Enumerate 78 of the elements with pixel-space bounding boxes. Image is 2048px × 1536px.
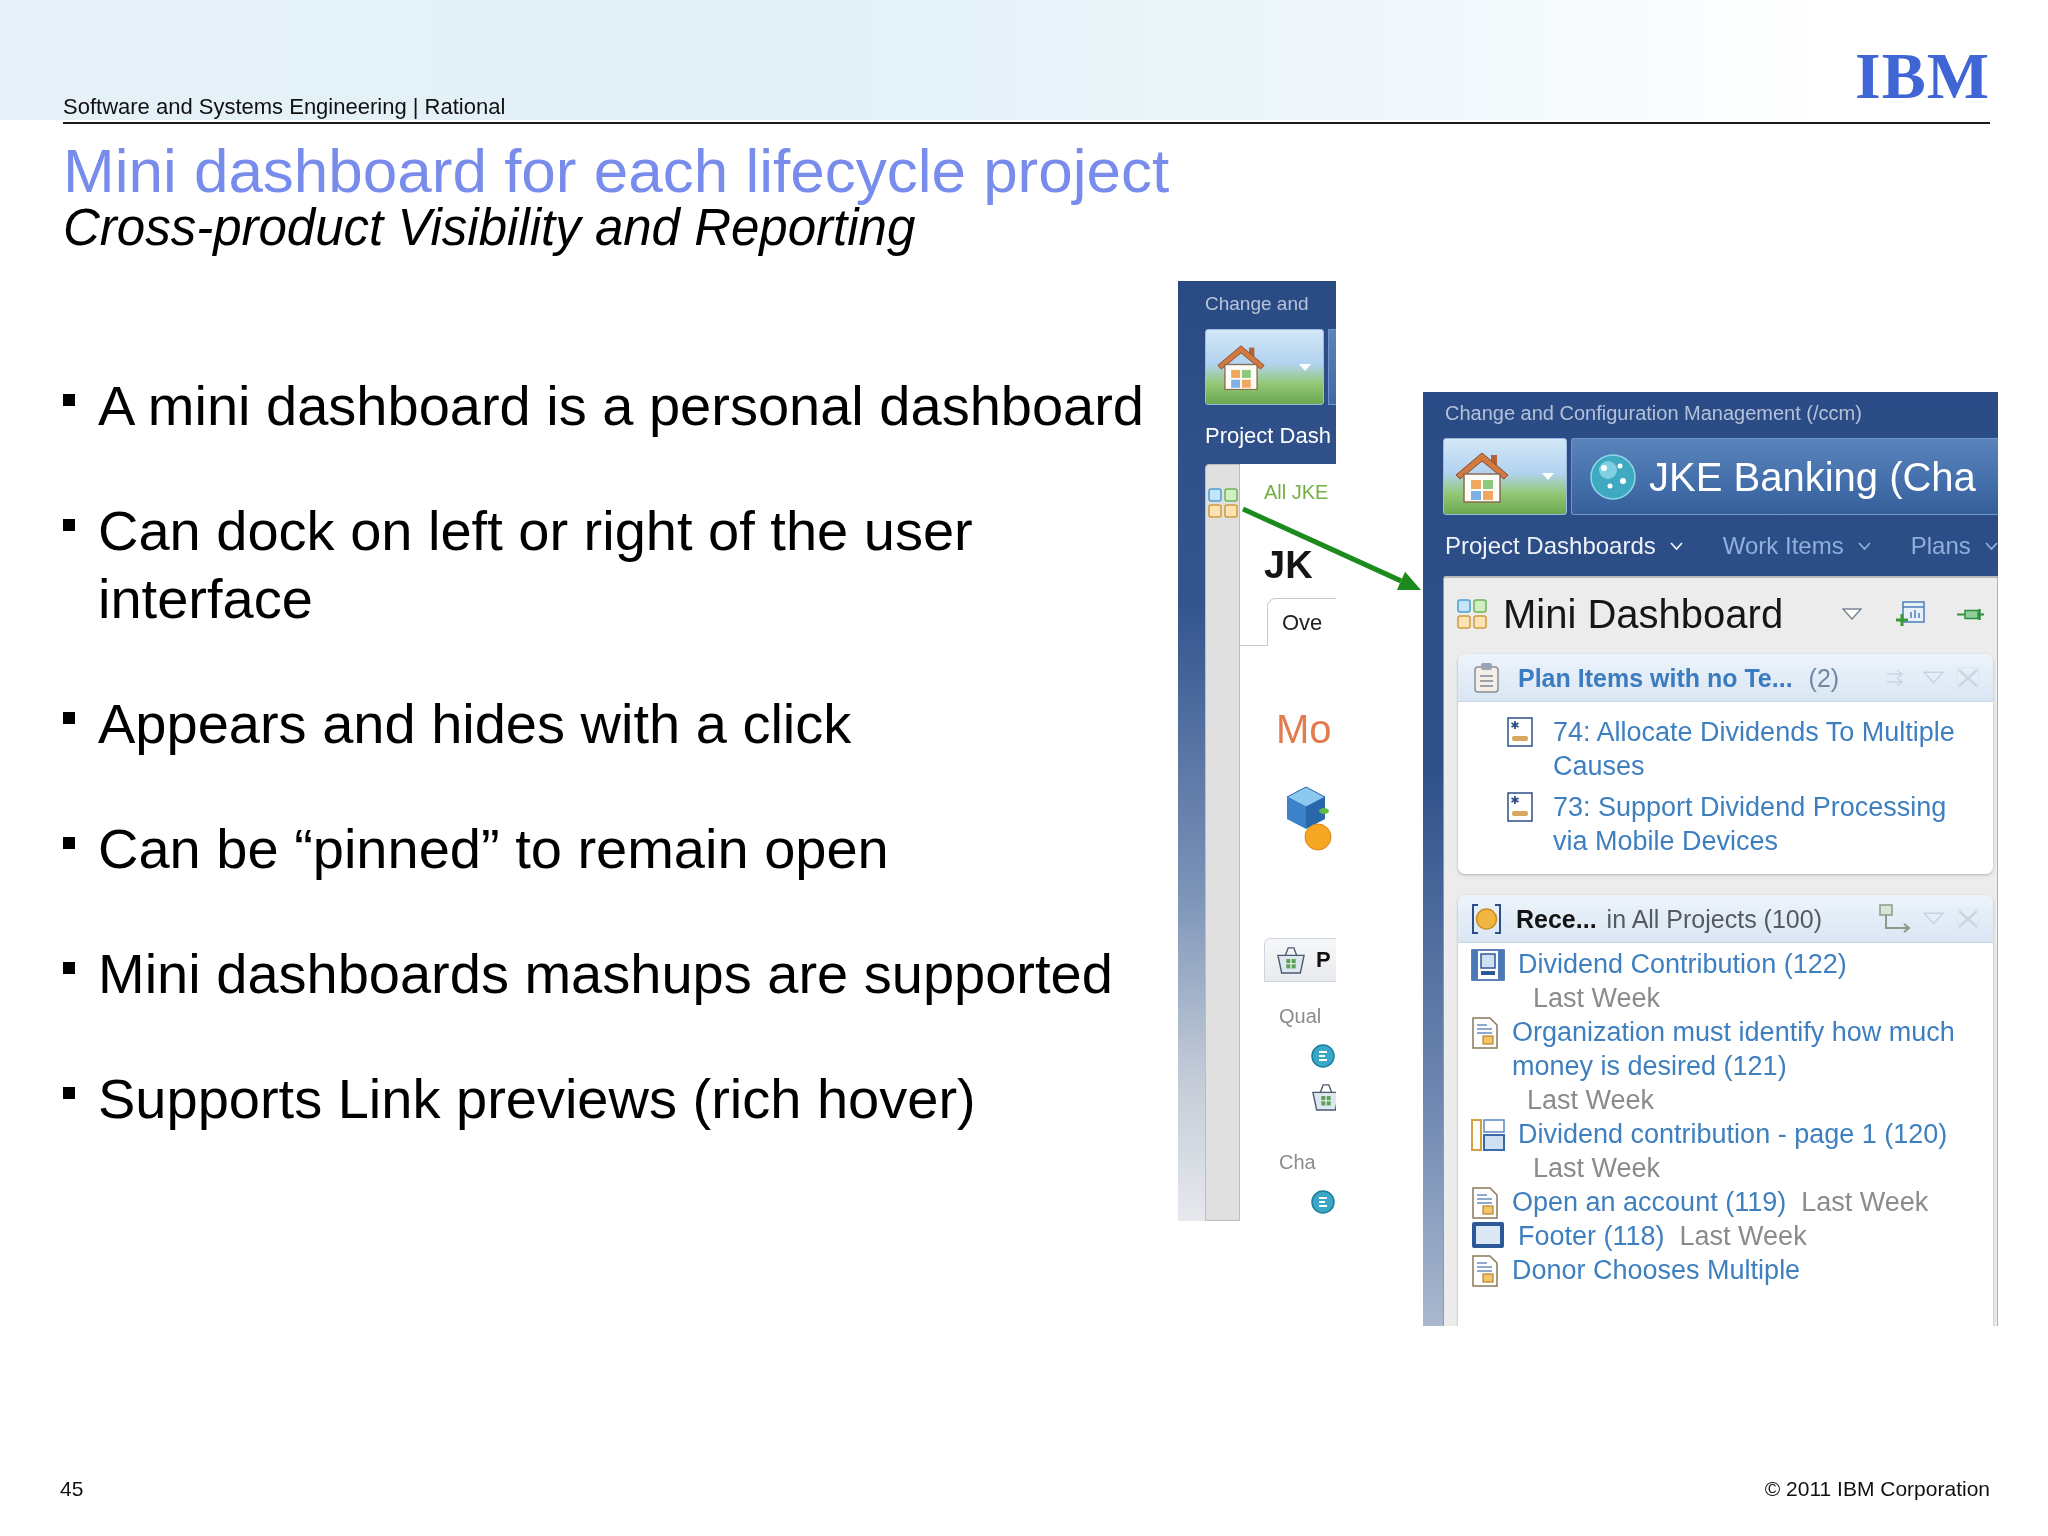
circle-icon[interactable] — [1311, 1044, 1335, 1068]
basket-icon[interactable] — [1311, 1083, 1336, 1111]
corner-arrow-icon[interactable] — [1878, 903, 1912, 934]
logo: IBM — [1855, 48, 1990, 104]
date-label: Last Week — [1527, 1084, 1655, 1117]
item-link[interactable]: Dividend contribution - page 1 (120) — [1518, 1117, 1948, 1151]
item-link[interactable]: Donor Chooses Multiple — [1512, 1253, 1801, 1287]
bullet-icon — [63, 962, 75, 974]
bullet-icon — [63, 1087, 75, 1099]
page-number: 45 — [60, 1476, 84, 1502]
document-icon — [1471, 1017, 1499, 1049]
item-link[interactable]: Organization must identify how much money is desired (121) — [1512, 1015, 1956, 1083]
item-link[interactable]: Footer (118) — [1518, 1219, 1665, 1253]
group-label: Cha — [1279, 1150, 1317, 1175]
date-label: Last Week — [1533, 1152, 1661, 1185]
bullet-text: Supports Link previews (rich hover) — [98, 1066, 977, 1132]
item-count: (2) — [1808, 662, 1840, 693]
caret-icon[interactable] — [1842, 608, 1862, 620]
section-heading: Mo — [1276, 706, 1332, 752]
house-icon — [1216, 343, 1266, 391]
home-button[interactable] — [1205, 329, 1324, 405]
home-button[interactable] — [1443, 438, 1567, 515]
circle-icon[interactable] — [1311, 1190, 1335, 1214]
date-label: Last Week — [1801, 1186, 1929, 1219]
bullet-text: A mini dashboard is a personal dashboard — [98, 373, 1145, 439]
star-page-icon — [1507, 792, 1533, 822]
bullet-text: Can be “pinned” to remain open — [98, 816, 890, 882]
widget-title: Rece... — [1516, 903, 1597, 934]
bullet-text: Appears and hides with a click — [98, 691, 853, 757]
item-link[interactable]: Dividend Contribution (122) — [1518, 947, 1847, 981]
section-label: Software and Systems Engineering | Rational — [63, 94, 506, 121]
caret-icon — [1299, 363, 1311, 371]
app-title: Change and — [1205, 292, 1310, 316]
bullet-icon — [63, 519, 75, 531]
nav-menu[interactable]: Plans — [1910, 531, 1998, 561]
scope-label: in All Projects (100) — [1606, 903, 1822, 934]
item-link[interactable]: 74: Allocate Dividends To Multiple Causes — [1553, 715, 1980, 783]
film-icon — [1471, 949, 1505, 981]
chevron-icon — [1669, 542, 1683, 550]
document-icon — [1471, 1255, 1499, 1287]
chevron-icon — [1857, 542, 1871, 550]
app-title: Change and Configuration Management (/ccm) — [1444, 401, 1863, 426]
disc-icon — [1471, 903, 1502, 934]
menu-link[interactable]: Project Dash — [1205, 422, 1336, 450]
bullet-icon — [63, 394, 75, 406]
grid-icon[interactable] — [1208, 488, 1238, 518]
layout-icon — [1471, 1119, 1505, 1151]
globe-icon — [1590, 453, 1636, 500]
item-link[interactable]: 73: Support Dividend Processing via Mobile Devices — [1553, 790, 1980, 858]
document-icon — [1471, 1187, 1499, 1219]
nav-menu[interactable]: Work Items — [1722, 531, 1871, 561]
item-link[interactable]: Open an account (119) — [1512, 1185, 1787, 1219]
clipboard-icon — [1473, 662, 1500, 693]
grid-icon[interactable] — [1457, 599, 1487, 629]
bullet-text: Can dock on left or right of the user interface — [98, 498, 974, 632]
house-icon — [1454, 450, 1510, 503]
group-label: Qual — [1279, 1004, 1323, 1029]
section-title: P — [1316, 947, 1331, 973]
breadcrumb-link[interactable]: All JKE — [1264, 479, 1329, 505]
frame-icon — [1471, 1221, 1505, 1249]
caret-icon — [1542, 473, 1554, 480]
bullet-text: Mini dashboards mashups are supported — [98, 941, 1114, 1007]
project-title: JK — [1264, 546, 1313, 584]
date-label: Last Week — [1533, 982, 1661, 1015]
pin-icon[interactable] — [1957, 608, 1984, 620]
star-page-icon — [1507, 717, 1533, 747]
bullet-icon — [63, 712, 75, 724]
basket-icon[interactable] — [1276, 946, 1306, 974]
bullet-icon — [63, 837, 75, 849]
tab[interactable]: Ove — [1267, 598, 1336, 646]
project-title: JKE Banking (Cha — [1649, 453, 1976, 500]
chevron-icon — [1984, 542, 1998, 550]
copyright-notice: © 2011 IBM Corporation — [1764, 1476, 1990, 1502]
date-label: Last Week — [1679, 1220, 1807, 1253]
panel-title: Mini Dashboard — [1503, 591, 1784, 637]
nav-menu[interactable]: Project Dashboards — [1445, 531, 1683, 561]
widget-title-link[interactable]: Plan Items with no Te... — [1518, 662, 1793, 693]
add-widget-icon[interactable] — [1895, 600, 1925, 628]
